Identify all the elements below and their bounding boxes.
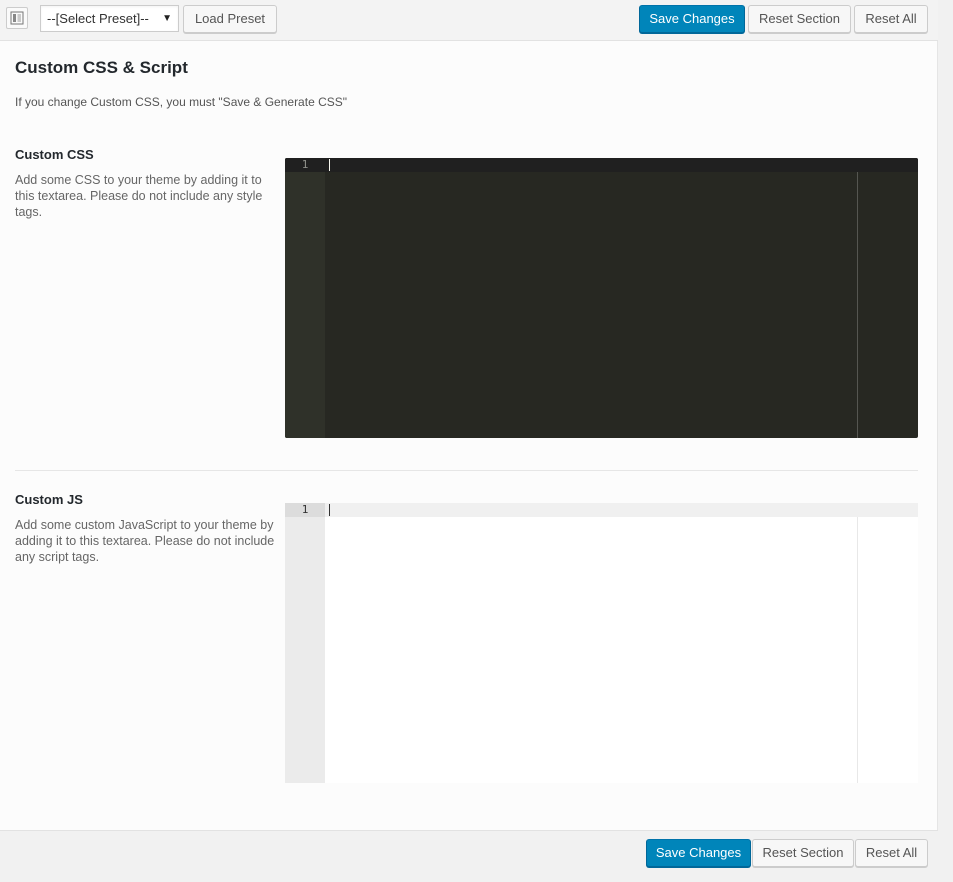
section-description: If you change Custom CSS, you must "Save… (15, 95, 348, 109)
reset-section-button[interactable]: Reset Section (748, 5, 851, 33)
caret-down-icon: ▼ (162, 13, 172, 24)
editor-gutter (285, 503, 325, 783)
custom-js-description: Add some custom JavaScript to your theme… (15, 518, 275, 564)
custom-css-description: Add some CSS to your theme by adding it … (15, 173, 263, 219)
field-divider (15, 470, 918, 471)
active-line (325, 503, 918, 517)
print-margin (857, 172, 858, 438)
custom-js-title: Custom JS (15, 492, 83, 507)
panel-layout-icon[interactable] (6, 7, 28, 29)
custom-css-editor[interactable]: 1 (285, 158, 918, 438)
preset-select[interactable]: --[Select Preset]-- ▼ (40, 5, 179, 32)
custom-js-editor[interactable]: 1 (285, 503, 918, 783)
editor-gutter (285, 158, 325, 438)
line-number: 1 (285, 158, 325, 172)
active-line (325, 158, 918, 172)
save-changes-button[interactable]: Save Changes (646, 839, 751, 867)
reset-section-button[interactable]: Reset Section (752, 839, 854, 867)
save-changes-button[interactable]: Save Changes (639, 5, 745, 33)
text-cursor (329, 159, 330, 171)
top-toolbar: --[Select Preset]-- ▼ Load Preset Save C… (0, 0, 938, 41)
print-margin (857, 517, 858, 783)
options-panel: --[Select Preset]-- ▼ Load Preset Save C… (0, 0, 938, 876)
custom-css-title: Custom CSS (15, 147, 94, 162)
load-preset-button[interactable]: Load Preset (183, 5, 277, 33)
bottom-toolbar: Save Changes Reset Section Reset All (0, 830, 938, 876)
preset-select-value: --[Select Preset]-- (47, 11, 149, 26)
text-cursor (329, 504, 330, 516)
line-number: 1 (285, 503, 325, 517)
section-title: Custom CSS & Script (15, 58, 188, 77)
reset-all-button[interactable]: Reset All (855, 839, 928, 867)
reset-all-button[interactable]: Reset All (854, 5, 928, 33)
